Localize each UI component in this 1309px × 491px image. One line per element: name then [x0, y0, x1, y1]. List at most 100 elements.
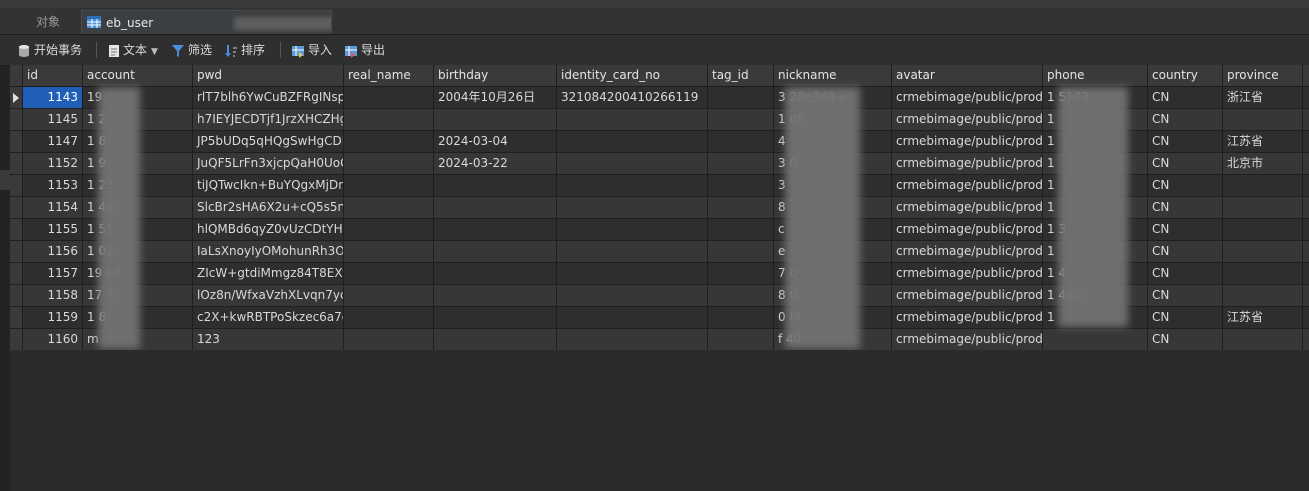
filter-button[interactable]: 筛选	[171, 40, 212, 60]
cell-id[interactable]: 1153	[23, 175, 83, 196]
cell-identity-card-no[interactable]	[557, 197, 708, 218]
cell-id[interactable]: 1152	[23, 153, 83, 174]
cell-identity-card-no[interactable]	[557, 241, 708, 262]
cell-avatar[interactable]: crmebimage/public/prod	[892, 109, 1043, 130]
cell-id[interactable]: 1154	[23, 197, 83, 218]
cell-pwd[interactable]: h7IEYJECDTjf1JrzXHCZHg	[193, 109, 344, 130]
cell-id[interactable]: 1160	[23, 329, 83, 350]
cell-id[interactable]: 1145	[23, 109, 83, 130]
row-header[interactable]	[10, 263, 23, 284]
cell-country[interactable]: CN	[1148, 131, 1223, 152]
cell-id[interactable]: 1156	[23, 241, 83, 262]
text-view-button[interactable]: 文本 ▼	[108, 40, 158, 60]
cell-tag-id[interactable]	[708, 197, 774, 218]
cell-avatar[interactable]: crmebimage/public/prod	[892, 197, 1043, 218]
table-row[interactable]: 1160m123f 40crmebimage/public/prodCN	[10, 329, 1309, 350]
cell-pwd[interactable]: c2X+kwRBTPoSkzec6a7d	[193, 307, 344, 328]
cell-id[interactable]: 1143	[23, 87, 83, 108]
cell-birthday[interactable]	[434, 175, 557, 196]
cell-birthday[interactable]	[434, 241, 557, 262]
row-header[interactable]	[10, 197, 23, 218]
cell-real-name[interactable]	[344, 285, 434, 306]
cell-phone[interactable]	[1043, 329, 1148, 350]
cell-province[interactable]	[1223, 175, 1303, 196]
cell-pwd[interactable]: tiJQTwcIkn+BuYQgxMjDn	[193, 175, 344, 196]
header-phone[interactable]: phone	[1043, 65, 1148, 86]
cell-country[interactable]: CN	[1148, 329, 1223, 350]
cell-pwd[interactable]: ZIcW+gtdiMmgz84T8EXf	[193, 263, 344, 284]
cell-real-name[interactable]	[344, 109, 434, 130]
row-header[interactable]	[10, 153, 23, 174]
row-header[interactable]	[10, 131, 23, 152]
cell-real-name[interactable]	[344, 87, 434, 108]
cell-tag-id[interactable]	[708, 263, 774, 284]
cell-country[interactable]: CN	[1148, 285, 1223, 306]
cell-birthday[interactable]	[434, 109, 557, 130]
cell-pwd[interactable]: IaLsXnoyIyOMohunRh3OI	[193, 241, 344, 262]
cell-country[interactable]: CN	[1148, 219, 1223, 240]
cell-avatar[interactable]: crmebimage/public/prod	[892, 307, 1043, 328]
header-country[interactable]: country	[1148, 65, 1223, 86]
cell-birthday[interactable]	[434, 219, 557, 240]
cell-real-name[interactable]	[344, 131, 434, 152]
cell-id[interactable]: 1157	[23, 263, 83, 284]
export-button[interactable]: 导出	[344, 40, 385, 60]
cell-birthday[interactable]: 2024-03-04	[434, 131, 557, 152]
cell-province[interactable]: 北京市	[1223, 153, 1303, 174]
cell-tag-id[interactable]	[708, 329, 774, 350]
cell-tag-id[interactable]	[708, 307, 774, 328]
tab-objects[interactable]: 对象	[20, 10, 76, 34]
cell-avatar[interactable]: crmebimage/public/prod	[892, 285, 1043, 306]
cell-province[interactable]	[1223, 219, 1303, 240]
cell-tag-id[interactable]	[708, 87, 774, 108]
cell-country[interactable]: CN	[1148, 153, 1223, 174]
header-id[interactable]: id	[23, 65, 83, 86]
cell-real-name[interactable]	[344, 307, 434, 328]
cell-province[interactable]	[1223, 285, 1303, 306]
cell-province[interactable]	[1223, 329, 1303, 350]
cell-tag-id[interactable]	[708, 175, 774, 196]
cell-country[interactable]: CN	[1148, 87, 1223, 108]
cell-pwd[interactable]: lOz8n/WfxaVzhXLvqn7ycA	[193, 285, 344, 306]
cell-tag-id[interactable]	[708, 285, 774, 306]
cell-pwd[interactable]: JP5bUDq5qHQgSwHgCDI	[193, 131, 344, 152]
cell-province[interactable]: 江苏省	[1223, 131, 1303, 152]
cell-pwd[interactable]: JuQF5LrFn3xjcpQaH0UoG	[193, 153, 344, 174]
header-avatar[interactable]: avatar	[892, 65, 1043, 86]
header-province[interactable]: province	[1223, 65, 1303, 86]
header-pwd[interactable]: pwd	[193, 65, 344, 86]
cell-real-name[interactable]	[344, 153, 434, 174]
cell-province[interactable]	[1223, 263, 1303, 284]
cell-province[interactable]: 浙江省	[1223, 87, 1303, 108]
cell-identity-card-no[interactable]	[557, 285, 708, 306]
header-nickname[interactable]: nickname	[774, 65, 892, 86]
sort-button[interactable]: 排序	[224, 40, 265, 60]
cell-avatar[interactable]: crmebimage/public/prod	[892, 131, 1043, 152]
cell-real-name[interactable]	[344, 197, 434, 218]
cell-identity-card-no[interactable]: 321084200410266119	[557, 87, 708, 108]
cell-real-name[interactable]	[344, 219, 434, 240]
cell-tag-id[interactable]	[708, 109, 774, 130]
cell-avatar[interactable]: crmebimage/public/prod	[892, 153, 1043, 174]
cell-identity-card-no[interactable]	[557, 307, 708, 328]
cell-avatar[interactable]: crmebimage/public/prod	[892, 329, 1043, 350]
cell-tag-id[interactable]	[708, 241, 774, 262]
cell-identity-card-no[interactable]	[557, 175, 708, 196]
cell-birthday[interactable]	[434, 263, 557, 284]
import-button[interactable]: 导入	[291, 40, 332, 60]
cell-pwd[interactable]: 123	[193, 329, 344, 350]
tab-eb-user-table[interactable]: eb_user - 表	[81, 10, 332, 34]
row-header[interactable]	[10, 109, 23, 130]
header-tag-id[interactable]: tag_id	[708, 65, 774, 86]
row-header[interactable]	[10, 307, 23, 328]
cell-pwd[interactable]: rlT7blh6YwCuBZFRgINspg	[193, 87, 344, 108]
cell-real-name[interactable]	[344, 329, 434, 350]
begin-transaction-button[interactable]: 开始事务	[17, 40, 82, 60]
cell-country[interactable]: CN	[1148, 175, 1223, 196]
cell-real-name[interactable]	[344, 175, 434, 196]
header-real-name[interactable]: real_name	[344, 65, 434, 86]
cell-identity-card-no[interactable]	[557, 263, 708, 284]
row-header[interactable]	[10, 87, 23, 108]
cell-identity-card-no[interactable]	[557, 131, 708, 152]
header-identity-card-no[interactable]: identity_card_no	[557, 65, 708, 86]
